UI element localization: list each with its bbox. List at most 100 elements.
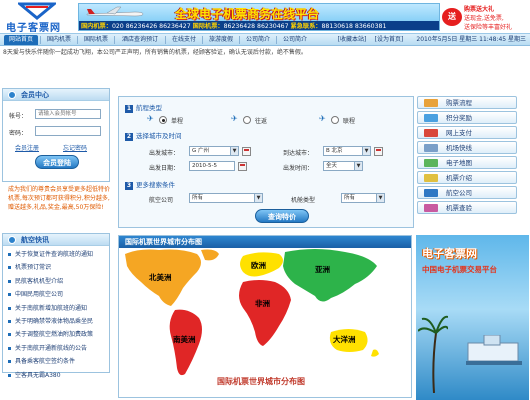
airline-select[interactable]: 所有 ▼ <box>189 193 263 203</box>
step-1-badge: 1 <box>125 105 133 113</box>
depart-time-select[interactable]: 全天 ▼ <box>323 161 363 171</box>
airplane-icon: ✈ <box>231 114 238 123</box>
nav-divider <box>239 36 240 44</box>
nav-about[interactable]: 公司简介 <box>243 35 273 45</box>
arrive-city-label: 到达城市： <box>283 150 314 157</box>
label-africa: 非洲 <box>255 298 270 308</box>
news-list: 关于恢复证件查询航班的通知 机票预订常识 民航客机机型介绍 中国民用航空公司 关… <box>3 246 109 382</box>
logo-text: 电子客票网 <box>6 23 61 34</box>
radio-one-way[interactable] <box>159 116 167 124</box>
login-button[interactable]: 会员登陆 <box>35 155 79 169</box>
account-input[interactable] <box>35 109 101 119</box>
menu-airport-express[interactable]: 机场快线 <box>417 141 517 154</box>
news-item[interactable]: 具备乘客航空签约条件 <box>7 355 109 368</box>
cabin-type-select[interactable]: 所有 ▼ <box>341 193 385 203</box>
label-one-way: 单程 <box>171 118 184 125</box>
news-item[interactable]: 机票预订常识 <box>7 261 109 274</box>
nav-homepage-link[interactable]: [设为首页] <box>372 35 406 45</box>
asia-shape[interactable] <box>283 249 377 302</box>
main-nav: 网站首页 国内机票 国际机票 酒店查询预订 在线支付 旅游度假 公司简介 公司简… <box>0 33 530 46</box>
search-deals-button[interactable]: 查询特价 <box>255 209 309 223</box>
depart-city-select[interactable]: G 广州 ▼ <box>189 146 239 156</box>
nav-divider <box>77 36 78 44</box>
member-benefits-text[interactable]: 成为我们的尊贵会员享受更多超低特价机票,每次预订都可获得积分,积分越多,赠送越多… <box>2 185 112 220</box>
menu-label: 机票查验 <box>446 204 472 212</box>
register-link[interactable]: 会员注册 <box>15 143 39 152</box>
news-icon <box>8 236 16 244</box>
news-item[interactable]: 中国民用航空公司 <box>7 288 109 301</box>
nav-international[interactable]: 国际机票 <box>81 35 111 45</box>
banner-slogan: 全球电子机票商务在线平台 <box>175 7 320 21</box>
promo-line1: 购票送大礼 <box>464 6 495 13</box>
arrive-city-select[interactable]: B 北京 ▼ <box>323 146 371 156</box>
nav-divider <box>202 36 203 44</box>
intl-label: 国际机票： <box>192 23 224 30</box>
cabin-type-label: 机舱类型 <box>291 197 316 204</box>
menu-ticket-intro[interactable]: 机票介绍 <box>417 171 517 184</box>
trading-platform-ad[interactable]: 电子客票网 中国电子机票交易平台 <box>416 235 529 400</box>
menu-booking-process[interactable]: 购票流程 <box>417 96 517 109</box>
label-north-america: 北美洲 <box>149 272 172 282</box>
ad-tagline: 中国电子机票交易平台 <box>422 264 497 275</box>
radio-multi-leg[interactable] <box>331 116 339 124</box>
site-logo[interactable]: 电子客票网 <box>4 2 74 34</box>
menu-airlines[interactable]: 航空公司 <box>417 186 517 199</box>
menu-electronic-map[interactable]: 电子地图 <box>417 156 517 169</box>
news-item[interactable]: 空客具无霸A380 <box>7 369 109 382</box>
palm-tree-icon <box>418 315 448 393</box>
depart-city-label: 出发城市： <box>149 150 180 157</box>
login-title-text: 会员中心 <box>21 91 49 99</box>
menu-ticket-verify[interactable]: 机票查验 <box>417 201 517 214</box>
news-item[interactable]: 关于恢复证件查询航班的通知 <box>7 248 109 261</box>
login-panel: 会员中心 帐号： 密码： 会员注册 忘记密码 会员登陆 <box>2 88 110 182</box>
banner-phones: 国内机票：020 86236426 86236427 国际机票：86236428… <box>79 21 439 30</box>
chevron-down-icon: ▼ <box>376 194 384 202</box>
nav-payment[interactable]: 在线支付 <box>169 35 199 45</box>
password-label: 密码： <box>9 130 28 137</box>
africa-shape[interactable] <box>239 280 291 346</box>
menu-online-payment[interactable]: 网上支付 <box>417 126 517 139</box>
news-item[interactable]: 关于南航新增加航班的通知 <box>7 302 109 315</box>
emergency-label: 紧急联系： <box>290 23 322 30</box>
depart-date-input[interactable]: 2010-5-5 <box>189 161 235 171</box>
domestic-phones: 020 86236426 86236427 <box>111 23 191 30</box>
news-item[interactable]: 关于南航开通新航线的公告 <box>7 342 109 355</box>
label-europe: 欧洲 <box>251 260 266 270</box>
radio-round-trip[interactable] <box>243 116 251 124</box>
news-item[interactable]: 关于明确禁带液体物品乘坐民 <box>7 315 109 328</box>
city-picker-icon[interactable] <box>242 147 251 156</box>
city-picker-icon[interactable] <box>374 147 383 156</box>
menu-label: 电子地图 <box>446 159 472 167</box>
airline-label: 航空公司 <box>149 197 174 204</box>
current-date: 2010年5月5日 星期三 11:48:45 星期三 <box>416 36 526 43</box>
nav-favorites-link[interactable]: [收藏本站] <box>334 35 370 45</box>
building-icon <box>466 335 522 365</box>
label-multi-leg: 联程 <box>343 118 356 125</box>
domestic-label: 国内机票： <box>81 23 112 30</box>
chevron-down-icon: ▼ <box>230 147 238 155</box>
promo-banner[interactable]: 送 购票送大礼 送现金,送免票, 送保险等丰富好礼 <box>442 2 528 32</box>
intl-phones: 86236428 86230467 <box>223 23 289 30</box>
flight-search-form: 1 航程类型 ✈ 单程 ✈ 往返 ✈ 联程 2 选择城市及时间 出发城市： G 广州… <box>118 96 414 228</box>
map-caption: 国际机票世界城市分布图 <box>217 377 305 386</box>
news-item[interactable]: 民航客机机型介绍 <box>7 275 109 288</box>
nav-hotel[interactable]: 酒店查询预订 <box>118 35 162 45</box>
forgot-password-link[interactable]: 忘记密码 <box>63 143 87 152</box>
member-icon <box>8 91 16 99</box>
nav-about-2[interactable]: 公司简介 <box>280 35 310 45</box>
nav-divider <box>40 36 41 44</box>
password-input[interactable] <box>35 126 101 136</box>
nav-travel[interactable]: 旅游度假 <box>206 35 236 45</box>
chevron-down-icon: ▼ <box>362 147 370 155</box>
ticket-icon <box>424 174 438 182</box>
world-city-map[interactable]: 国际机票世界城市分布图 北美洲 欧洲 亚洲 非洲 南美洲 大洋洲 国际机票世界城… <box>118 235 412 398</box>
nav-home[interactable]: 网站首页 <box>4 35 38 45</box>
nav-domestic[interactable]: 国内机票 <box>44 35 74 45</box>
step-3-badge: 3 <box>125 182 133 190</box>
label-oceania: 大洋洲 <box>333 334 356 344</box>
calendar-icon[interactable] <box>238 162 247 171</box>
right-quick-menu: 购票流程 积分奖励 网上支付 机场快线 电子地图 机票介绍 航空公司 机票查验 <box>417 92 528 217</box>
news-item[interactable]: 关于调整航空燃油附加费政策 <box>7 328 109 341</box>
menu-label: 航空公司 <box>446 189 472 197</box>
menu-points-rewards[interactable]: 积分奖励 <box>417 111 517 124</box>
